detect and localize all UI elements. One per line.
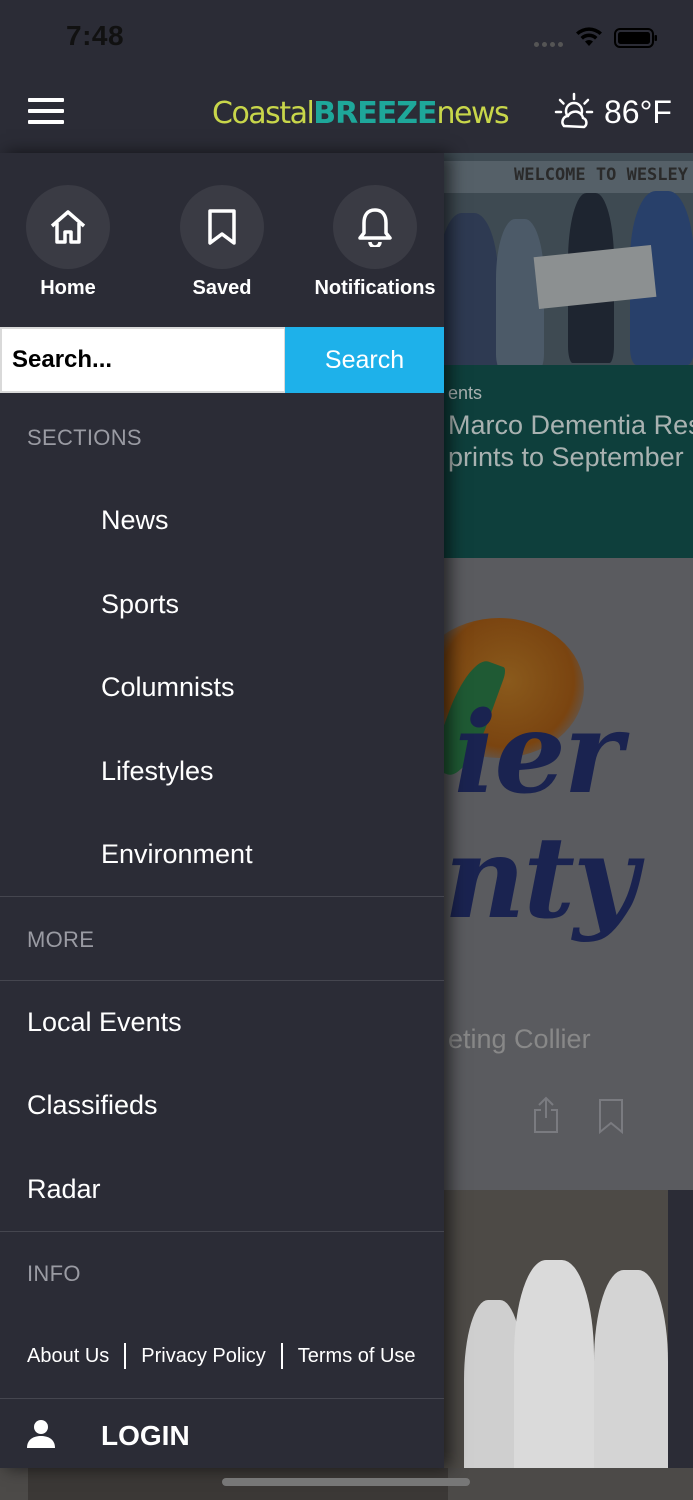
feature-card[interactable]: ier nty eting Collier [444, 558, 693, 1190]
bookmark-icon[interactable] [598, 1098, 624, 1134]
article-card[interactable]: ents Marco Dementia Resp prints to Septe… [444, 365, 693, 558]
share-icon[interactable] [532, 1096, 560, 1134]
more-item-classifieds[interactable]: Classifieds [27, 1090, 158, 1121]
status-time: 7:48 [66, 20, 125, 51]
feature-logo-text-2: nty [444, 813, 638, 944]
divider [0, 980, 444, 981]
divider [0, 1231, 444, 1232]
search-bar: Search [0, 327, 444, 393]
info-links: About Us Privacy Policy Terms of Use [27, 1343, 416, 1369]
bookmark-icon [208, 209, 236, 245]
article-category: ents [448, 383, 483, 403]
more-heading: MORE [27, 927, 95, 952]
terms-of-use-link[interactable]: Terms of Use [298, 1345, 416, 1368]
section-item-environment[interactable]: Environment [101, 839, 253, 870]
user-icon [27, 1420, 55, 1448]
app-header: CoastalBREEZEnews 86°F [0, 76, 693, 153]
app-logo[interactable]: CoastalBREEZEnews [212, 96, 510, 131]
feature-caption: eting Collier [448, 1024, 591, 1054]
home-indicator[interactable] [222, 1478, 470, 1486]
link-separator [124, 1343, 127, 1369]
section-item-lifestyles[interactable]: Lifestyles [101, 756, 214, 787]
cellular-signal-icon [534, 42, 563, 47]
sections-heading: SECTIONS [27, 425, 142, 450]
article-photo[interactable]: WELCOME TO WESLEY [444, 153, 693, 365]
search-button[interactable]: Search [285, 327, 444, 393]
home-icon [50, 210, 86, 244]
more-item-radar[interactable]: Radar [27, 1174, 101, 1205]
status-bar: 7:48 [0, 0, 693, 76]
article-headline: Marco Dementia Resp prints to September … [448, 410, 693, 472]
about-us-link[interactable]: About Us [27, 1345, 109, 1368]
navigation-drawer: Home Saved Notifications Search SECTIONS… [0, 153, 444, 1468]
partly-sunny-icon [554, 92, 594, 129]
more-item-local-events[interactable]: Local Events [27, 1007, 182, 1038]
feature-logo-text: ier [454, 688, 623, 819]
info-heading: INFO [27, 1261, 81, 1286]
quick-link-notifications[interactable]: Notifications [305, 185, 445, 300]
feed-content: WELCOME TO WESLEY ents Marco Dementia Re… [444, 153, 693, 1500]
photo-banner-text: WELCOME TO WESLEY [514, 165, 688, 185]
divider [0, 896, 444, 897]
battery-icon [614, 28, 657, 48]
wifi-icon [576, 27, 602, 46]
section-item-sports[interactable]: Sports [101, 589, 179, 620]
temperature: 86°F [604, 93, 672, 130]
privacy-policy-link[interactable]: Privacy Policy [141, 1345, 265, 1368]
bell-icon [358, 208, 392, 247]
section-item-news[interactable]: News [101, 505, 169, 536]
article-photo-2[interactable] [444, 1190, 668, 1500]
section-item-columnists[interactable]: Columnists [101, 672, 235, 703]
menu-icon[interactable] [28, 98, 64, 124]
search-input[interactable] [0, 327, 286, 393]
weather-widget[interactable]: 86°F [554, 92, 672, 132]
quick-link-saved[interactable]: Saved [152, 185, 292, 300]
link-separator [280, 1343, 283, 1369]
login-button[interactable]: LOGIN [0, 1399, 444, 1468]
quick-link-home[interactable]: Home [0, 185, 138, 300]
